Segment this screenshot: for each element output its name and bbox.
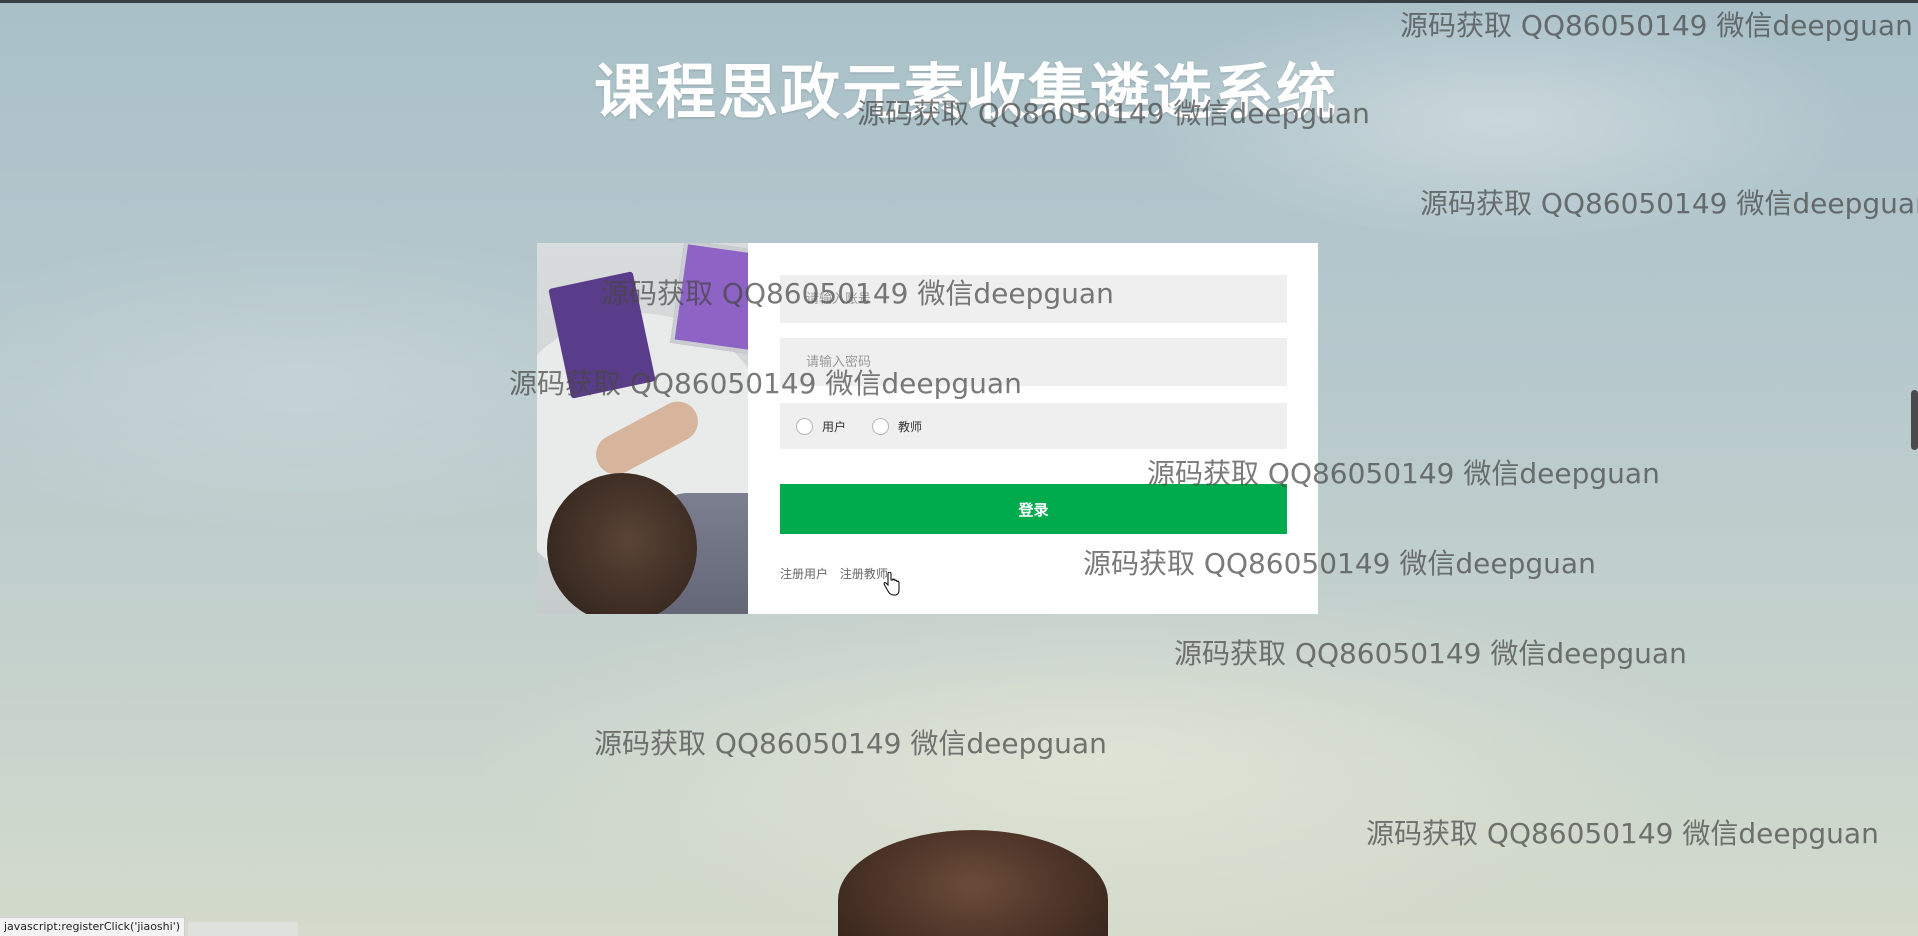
role-user-radio[interactable] xyxy=(796,417,813,435)
watermark-text: 源码获取 QQ86050149 微信deepguan xyxy=(1174,637,1687,670)
password-input[interactable] xyxy=(780,338,1287,386)
role-teacher-label: 教师 xyxy=(898,419,923,434)
watermark-text: 源码获取 QQ86050149 微信deepguan xyxy=(594,727,1107,760)
watermark-text: 源码获取 QQ86050149 微信deepguan xyxy=(1400,9,1913,42)
scrollbar-thumb[interactable] xyxy=(1911,390,1918,450)
role-option-user[interactable]: 用户 xyxy=(796,417,847,435)
login-card: 用户 教师 登录 注册用户 注册教师 xyxy=(537,243,1318,614)
login-page: 课程思政元素收集遴选系统 用户 教师 登录 注册用户 注册教师 xyxy=(0,0,1918,936)
hand-cursor-icon xyxy=(883,572,900,596)
browser-top-strip xyxy=(0,0,1918,3)
watermark-text: 源码获取 QQ86050149 微信deepguan xyxy=(1420,187,1918,220)
status-bar-url: javascript:registerClick('jiaoshi') xyxy=(0,917,186,936)
watermark-text: 源码获取 QQ86050149 微信deepguan xyxy=(1366,817,1879,850)
account-input[interactable] xyxy=(780,275,1287,323)
page-title: 课程思政元素收集遴选系统 xyxy=(594,58,1338,128)
register-user-link[interactable]: 注册用户 xyxy=(780,567,828,581)
role-option-teacher[interactable]: 教师 xyxy=(872,417,923,435)
background-person-hair xyxy=(838,830,1108,936)
status-bar-tail xyxy=(188,922,298,936)
role-selector: 用户 教师 xyxy=(780,403,1287,449)
login-side-photo xyxy=(537,243,748,614)
role-user-label: 用户 xyxy=(822,419,847,434)
role-teacher-radio[interactable] xyxy=(872,417,890,435)
login-button[interactable]: 登录 xyxy=(780,484,1287,534)
register-teacher-link[interactable]: 注册教师 xyxy=(840,567,888,581)
register-links: 注册用户 注册教师 xyxy=(780,565,896,582)
